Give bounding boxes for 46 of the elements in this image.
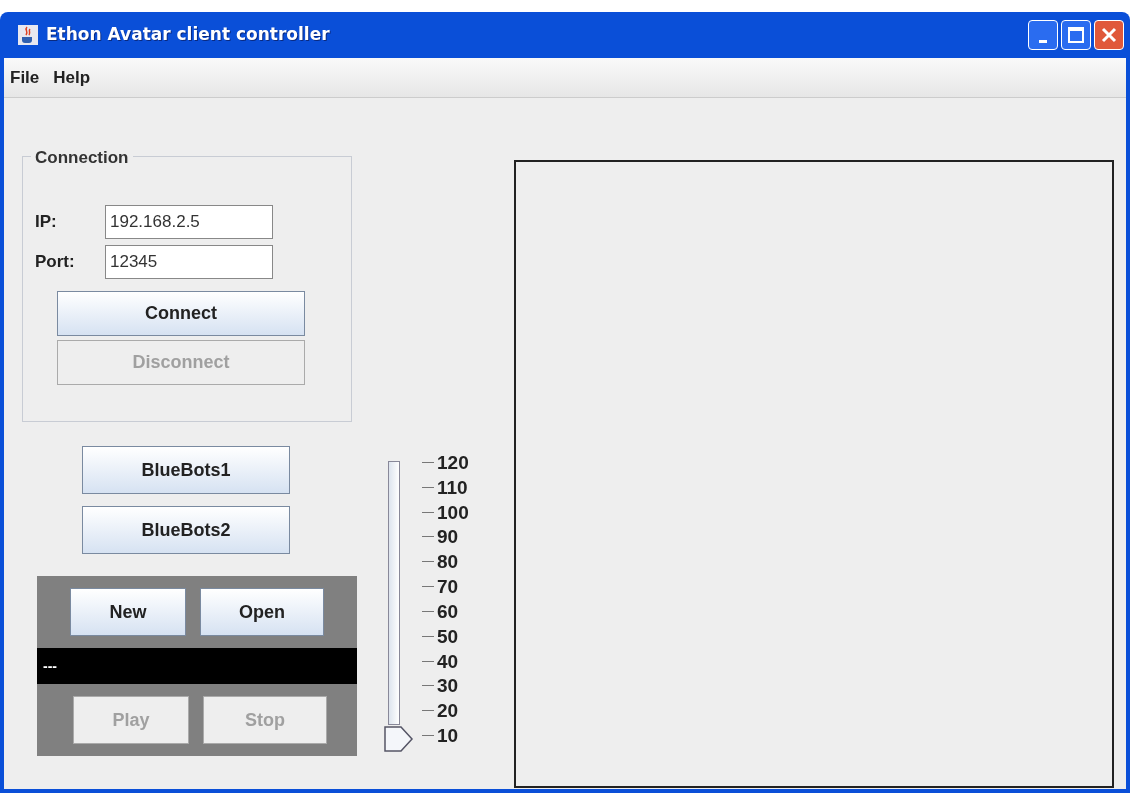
tick-label: 120	[437, 453, 469, 472]
field-label: IP:	[35, 211, 58, 234]
menu-item[interactable]: File	[10, 64, 40, 91]
tick-label: 80	[437, 552, 459, 572]
text-field[interactable]: 12345	[105, 245, 273, 279]
recorder-button[interactable]: New	[70, 588, 186, 636]
close-button[interactable]	[1094, 20, 1124, 50]
tick-mark	[422, 635, 434, 637]
recorder-button[interactable]: Open	[200, 588, 324, 636]
slider-thumb[interactable]	[384, 725, 414, 753]
text-field[interactable]: 192.168.2.5	[105, 205, 273, 239]
tick-mark	[422, 486, 434, 488]
tick-label: 100	[437, 502, 469, 522]
tick-mark	[422, 685, 434, 687]
field-label: Port:	[35, 251, 76, 274]
bot-button[interactable]: BlueBots2	[82, 506, 290, 554]
tick-label: 70	[437, 577, 459, 597]
tick-label: 110	[437, 477, 468, 497]
minimize-icon	[1039, 39, 1047, 43]
tick-mark	[422, 536, 434, 538]
tick-mark	[422, 586, 434, 588]
tick-label: 10	[437, 725, 459, 745]
tick-mark	[422, 734, 434, 736]
tick-label: 20	[437, 701, 459, 721]
connect-button[interactable]: Connect	[57, 291, 305, 336]
menu-item[interactable]: Help	[53, 64, 91, 91]
tick-mark	[422, 462, 434, 463]
maximize-icon	[1067, 26, 1085, 44]
minimize-button[interactable]	[1028, 20, 1058, 50]
coffee-cup-icon	[18, 25, 38, 45]
tick-mark	[422, 660, 434, 662]
window-title: Ethon Avatar client controller	[46, 23, 330, 47]
maximize-button[interactable]	[1061, 20, 1091, 50]
tick-mark	[422, 561, 434, 563]
tick-label: 50	[437, 626, 459, 646]
tick-mark	[422, 610, 434, 612]
close-icon	[1100, 26, 1118, 44]
tick-label: 30	[437, 676, 459, 696]
status-display: ---	[37, 648, 357, 684]
tick-label: 90	[437, 527, 459, 547]
slider-track[interactable]	[388, 461, 400, 725]
tick-mark	[422, 710, 434, 712]
tick-label: 40	[437, 651, 459, 671]
tick-label: 60	[437, 601, 459, 621]
bot-button[interactable]: BlueBots1	[82, 446, 290, 494]
tick-mark	[422, 511, 434, 513]
